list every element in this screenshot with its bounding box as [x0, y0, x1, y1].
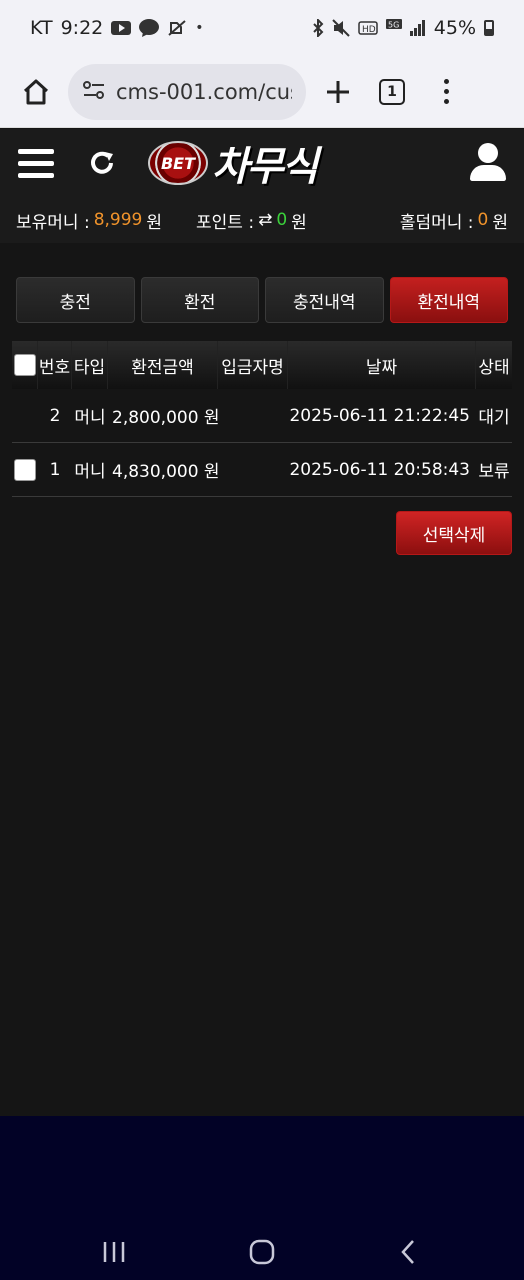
row-type: 머니: [74, 408, 106, 428]
clock: 9:22: [60, 17, 104, 39]
user-icon[interactable]: [470, 143, 506, 183]
talk-icon: [139, 19, 160, 37]
signal-icon: [409, 20, 426, 36]
youtube-icon: [111, 21, 132, 35]
row-status: 보류: [478, 462, 510, 482]
new-tab-icon[interactable]: [316, 70, 360, 114]
tab-bar: 충전 환전 충전내역 환전내역: [16, 277, 508, 323]
row-checkbox-cell: [12, 443, 38, 496]
hold-unit: 원: [492, 212, 508, 233]
header-depositor: 입금자명: [218, 341, 288, 389]
header-amount: 환전금액: [108, 341, 218, 389]
refresh-icon[interactable]: [86, 147, 118, 179]
row-status: 대기: [478, 408, 510, 428]
point-label: 포인트 :: [196, 212, 255, 233]
site-header: BET 차무식: [0, 129, 524, 197]
hold-value: 0: [477, 210, 489, 230]
table-header: 번호 타입 환전금액 입금자명 날짜 상태: [12, 341, 512, 389]
money-balance: 보유머니 : 8,999 원: [16, 208, 196, 233]
row-depositor: [218, 443, 288, 496]
svg-text:HD: HD: [362, 25, 376, 35]
row-no: 2: [49, 405, 61, 426]
table-row: 1 머니 4,830,000 원 2025-06-11 20:58:43 보류: [12, 443, 512, 497]
mute-icon: [332, 19, 350, 37]
tab-deposit-history[interactable]: 충전내역: [265, 277, 384, 323]
row-checkbox-cell: [12, 389, 38, 442]
logo-badge: BET: [148, 141, 208, 185]
point-convert-icon[interactable]: ⇄: [258, 210, 272, 230]
money-value: 8,999: [93, 210, 143, 230]
row-checkbox[interactable]: [14, 458, 36, 481]
point-unit: 원: [291, 212, 307, 233]
hd-icon: HD: [358, 20, 378, 36]
row-date: 2025-06-11 21:22:45: [289, 405, 470, 426]
svg-text:5G: 5G: [388, 21, 399, 30]
withdraw-history-table: 번호 타입 환전금액 입금자명 날짜 상태 2 머니 2,800,000 원 2…: [12, 341, 512, 497]
row-type: 머니: [74, 462, 106, 482]
url-text[interactable]: cms-001.com/cust: [116, 80, 292, 104]
main-content: 충전 환전 충전내역 환전내역 번호 타입 환전금액 입금자명 날짜 상태 2 …: [0, 243, 524, 1116]
5g-icon: 5G: [385, 19, 402, 37]
row-amount: 2,800,000 원: [112, 408, 220, 428]
bluetooth-icon: [312, 19, 324, 37]
holdem-balance: 홀덤머니 : 0 원: [400, 208, 508, 233]
site-logo[interactable]: BET 차무식: [148, 134, 318, 192]
battery-icon: [484, 20, 494, 36]
home-nav-icon[interactable]: [232, 1226, 292, 1278]
header-date: 날짜: [288, 341, 476, 389]
select-all-checkbox[interactable]: [13, 354, 36, 376]
row-date: 2025-06-11 20:58:43: [289, 459, 470, 480]
url-field[interactable]: cms-001.com/cust: [68, 63, 306, 120]
logo-text: 차무식: [212, 144, 318, 190]
battery-percent: 45%: [433, 17, 476, 39]
carrier-label: KT: [30, 17, 53, 39]
back-nav-icon[interactable]: [378, 1226, 438, 1278]
table-row: 2 머니 2,800,000 원 2025-06-11 21:22:45 대기: [12, 389, 512, 443]
point-value: 0: [276, 210, 288, 230]
row-depositor: [218, 389, 288, 442]
money-unit: 원: [146, 212, 163, 233]
tab-withdraw-history[interactable]: 환전내역: [389, 277, 508, 323]
balance-bar: 보유머니 : 8,999 원 포인트 : ⇄ 0 원 홀덤머니 : 0 원: [0, 197, 524, 243]
tab-deposit[interactable]: 충전: [16, 277, 135, 323]
system-nav-bar: [0, 1116, 524, 1280]
more-menu-icon[interactable]: [424, 70, 468, 114]
tab-switcher-button[interactable]: 1: [370, 70, 414, 114]
hold-label: 홀덤머니 :: [399, 212, 474, 233]
browser-toolbar: cms-001.com/cust 1: [0, 56, 524, 128]
row-amount: 4,830,000 원: [112, 462, 220, 482]
recent-apps-icon[interactable]: [84, 1226, 144, 1278]
dot-indicator: •: [195, 20, 204, 36]
header-no: 번호: [38, 341, 72, 389]
site-settings-icon[interactable]: [82, 79, 106, 105]
tab-count: 1: [379, 78, 405, 105]
tab-withdraw[interactable]: 환전: [140, 277, 259, 323]
row-no: 1: [49, 459, 61, 480]
header-status: 상태: [478, 357, 510, 378]
delete-selected-button[interactable]: 선택삭제: [396, 511, 512, 555]
hamburger-menu-icon[interactable]: [18, 148, 54, 178]
point-balance: 포인트 : ⇄ 0 원: [196, 208, 376, 233]
select-all-cell: [12, 341, 38, 389]
home-icon[interactable]: [14, 70, 58, 114]
header-type: 타입: [72, 341, 108, 389]
money-label: 보유머니 :: [16, 212, 90, 233]
silent-notification-icon: [167, 19, 187, 37]
status-bar: KT 9:22 • HD 5G 45%: [0, 0, 524, 56]
